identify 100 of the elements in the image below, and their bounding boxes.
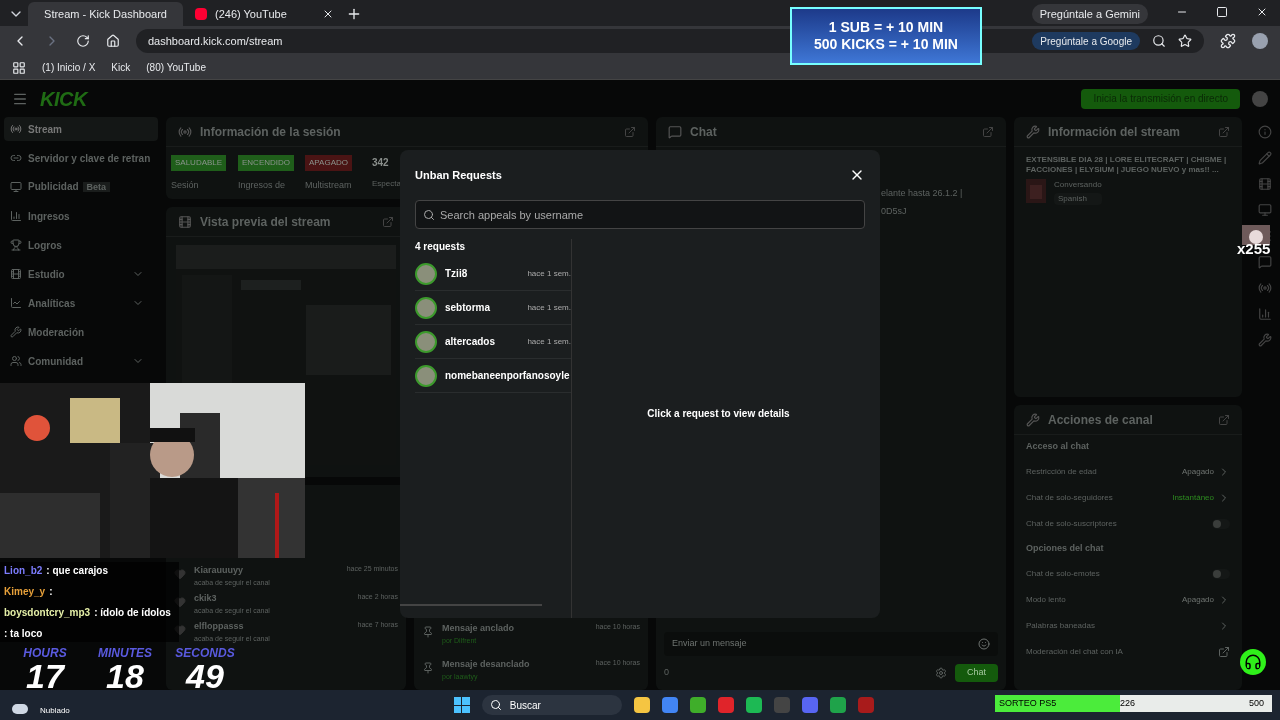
star-icon[interactable] [1178, 34, 1192, 48]
setting-row[interactable]: Moderación del chat con IA [1026, 639, 1230, 665]
profile-avatar[interactable] [1252, 33, 1268, 49]
gemini-button[interactable]: Pregúntale a Gemini [1031, 4, 1148, 24]
timer-value: 17 [26, 659, 64, 693]
timer-label: MINUTES [98, 647, 152, 659]
request-item[interactable]: nomebaneenporfanosoyle [415, 359, 571, 393]
browser-tab[interactable]: (246) YouTube [187, 2, 342, 26]
avatar [415, 330, 437, 353]
setting-value: Apagado [1181, 466, 1214, 478]
rail-icon[interactable] [1258, 125, 1272, 139]
nav-icon [10, 123, 22, 135]
rail-icon[interactable] [1258, 151, 1272, 165]
weather-text: Nublado [40, 705, 70, 717]
rail-icon[interactable] [1258, 177, 1272, 191]
app-icon[interactable] [745, 697, 762, 713]
bookmark[interactable]: Kick [111, 60, 131, 75]
sidebar-item[interactable]: Servidor y clave de retran [4, 146, 158, 170]
maximize-icon[interactable] [1216, 6, 1228, 18]
language-tag: Spanish [1054, 193, 1102, 205]
request-item[interactable]: sebtorma hace 1 sem. [415, 291, 571, 325]
bookmark[interactable]: (80) YouTube [146, 60, 206, 75]
rail-icon[interactable] [1258, 281, 1272, 295]
toggle-switch[interactable] [1212, 569, 1230, 579]
status-badge: ENCENDIDO [238, 155, 294, 171]
emote-counter: x255 [1237, 241, 1271, 256]
rail-icon[interactable] [1258, 307, 1272, 321]
close-icon[interactable] [322, 8, 334, 20]
sidebar-item[interactable]: Ingresos [4, 204, 158, 228]
setting-row[interactable]: Modo lento Apagado [1026, 587, 1230, 613]
panel-title: Chat [690, 123, 718, 141]
home-icon[interactable] [106, 34, 120, 48]
toggle-switch[interactable] [1212, 519, 1230, 529]
setting-row[interactable]: Chat de solo-suscriptores [1026, 511, 1230, 537]
setting-row[interactable]: Restricción de edad Apagado [1026, 459, 1230, 485]
log-title: Mensaje desanclado [442, 658, 531, 671]
avatar [415, 262, 437, 285]
user-avatar[interactable] [1252, 90, 1268, 107]
pinned-message-text: elante hasta 26.1.2 | [881, 187, 964, 200]
send-button[interactable]: Chat [955, 664, 998, 682]
close-window-icon[interactable] [1256, 6, 1268, 18]
settings-icon[interactable] [935, 667, 947, 679]
extensions-icon[interactable] [1220, 33, 1236, 49]
sidebar-item[interactable]: Publicidad Beta [4, 175, 158, 199]
nav-icon [10, 326, 22, 338]
google-button[interactable]: Pregúntale a Google [1032, 32, 1140, 50]
setting-row[interactable]: Chat de solo-seguidores Instantáneo [1026, 485, 1230, 511]
app-icon[interactable] [689, 697, 706, 713]
status-caption: Ingresos de [238, 179, 287, 192]
windows-icon[interactable] [453, 697, 470, 713]
pop-out-icon[interactable] [982, 125, 994, 138]
emoji-icon[interactable] [978, 638, 990, 650]
search-field[interactable]: Search appeals by username [415, 200, 865, 229]
chat-username: Kimey_y [4, 585, 46, 599]
request-item[interactable]: altercados hace 1 sem. [415, 325, 571, 359]
chat-username: Lion_b2 [4, 564, 43, 578]
nav-icon [10, 297, 22, 309]
follower-name: ckik3 [194, 592, 218, 605]
new-tab-icon[interactable] [346, 6, 362, 22]
sidebar-item[interactable]: Moderación [4, 320, 158, 344]
broadcast-icon [178, 124, 192, 139]
status-badge: SALUDABLE [171, 155, 227, 171]
pin-icon [422, 626, 434, 638]
message-field[interactable]: Enviar un mensaje [664, 632, 998, 656]
sidebar-item[interactable]: Stream [4, 117, 158, 141]
browser-tab[interactable]: Stream - Kick Dashboard [28, 2, 183, 26]
sidebar-item[interactable]: Comunidad [4, 349, 158, 373]
pop-out-icon[interactable] [1218, 125, 1230, 138]
nav-icon [10, 239, 22, 251]
reload-icon[interactable] [76, 34, 90, 48]
pop-out-icon[interactable] [1218, 413, 1230, 426]
category: Conversando [1054, 179, 1102, 191]
pinned-message-text: 0D5sJ [881, 204, 908, 218]
request-item[interactable]: Tzii8 hace 1 sem. [415, 257, 571, 291]
chat-overlay-line: : ta loco [3, 627, 44, 641]
status-caption: Sesión [171, 179, 200, 192]
panel-title: Información de la sesión [200, 123, 342, 141]
wrench-icon [1026, 124, 1040, 139]
search-icon[interactable] [1152, 34, 1166, 48]
chat-overlay-line: Kimey_y : [3, 583, 54, 600]
banner-text: 500 KICKS = + 10 MIN [814, 36, 958, 54]
pop-out-icon[interactable] [624, 125, 636, 138]
pop-out-icon[interactable] [382, 215, 394, 228]
setting-row[interactable]: Palabras baneadas [1026, 613, 1230, 639]
app-icon[interactable] [633, 697, 650, 713]
sidebar-item[interactable]: Logros [4, 233, 158, 257]
timer-value: 18 [106, 659, 144, 693]
apps-icon[interactable] [12, 60, 26, 75]
avatar [415, 296, 437, 319]
section-heading: Opciones del chat [1026, 542, 1105, 556]
sidebar-item[interactable]: Analíticas [4, 291, 158, 315]
app-icon[interactable] [829, 697, 846, 713]
sidebar-item[interactable]: Estudio [4, 262, 158, 286]
logo[interactable]: KICK [40, 83, 87, 114]
taskbar-search-field[interactable]: Buscar [481, 695, 622, 715]
setting-row[interactable]: Chat de solo-emotes [1026, 561, 1230, 587]
app-icon[interactable] [661, 697, 678, 713]
avatar [415, 364, 437, 387]
bookmark[interactable]: (1) Inicio / X [42, 60, 96, 75]
rail-icon[interactable] [1258, 333, 1272, 347]
